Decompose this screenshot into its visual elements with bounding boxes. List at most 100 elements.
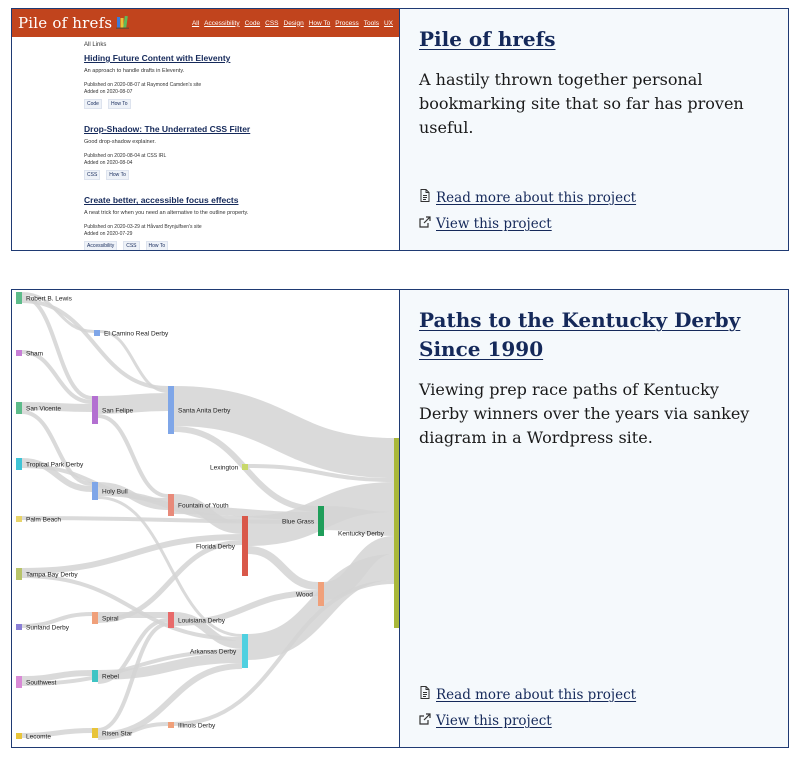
sankey-node-label: Florida Derby xyxy=(196,544,236,551)
sankey-node xyxy=(16,350,22,356)
thumbnail-entry-added: Added on 2020-08-04 xyxy=(84,160,133,166)
thumbnail-nav-item: All xyxy=(191,19,200,27)
thumbnail-tag: Code xyxy=(84,99,102,109)
external-link-icon xyxy=(419,216,436,232)
sankey-node-label: Tampa Bay Derby xyxy=(26,572,78,579)
document-icon xyxy=(419,189,436,206)
sankey-link xyxy=(247,546,319,590)
thumbnail-nav-item: CSS xyxy=(265,19,279,27)
thumbnail-nav-item: Accessibility xyxy=(204,19,240,27)
sankey-node-label: Santa Anita Derby xyxy=(178,408,231,415)
sankey-node xyxy=(92,482,98,500)
project-description: Viewing prep race paths of Kentucky Derb… xyxy=(419,380,750,447)
thumbnail-nav-item: Tools xyxy=(363,19,379,27)
sankey-node-label: San Vicente xyxy=(26,406,61,413)
sankey-node xyxy=(16,624,22,630)
sankey-node xyxy=(168,386,174,434)
sankey-node xyxy=(168,722,174,728)
thumbnail-entry-tags: Code How To xyxy=(84,99,399,109)
sankey-node xyxy=(318,582,324,606)
project-thumbnail[interactable]: Robert B. Lewis El Camino Real Derby Sham S… xyxy=(12,290,400,747)
thumbnail-entry-published: Published on 2020-08-04 at CSS IRL xyxy=(84,153,167,159)
sankey-node-label: Blue Grass xyxy=(282,519,315,526)
sankey-node-label: Tropical Park Derby xyxy=(26,462,84,469)
sankey-link xyxy=(97,540,243,623)
thumbnail-nav-item: UX xyxy=(383,19,393,27)
sankey-diagram: Robert B. Lewis El Camino Real Derby Sham S… xyxy=(16,292,399,741)
read-more-label: Read more about this project xyxy=(436,686,637,703)
project-card: Robert B. Lewis El Camino Real Derby Sham S… xyxy=(11,289,789,748)
sankey-link xyxy=(247,554,395,660)
sankey-node xyxy=(94,330,100,336)
view-project-label: View this project xyxy=(436,713,552,729)
thumbnail-page-heading: All Links xyxy=(84,42,107,48)
thumbnail-entry-meta: Published on 2020-03-29 at Håvard Brynju… xyxy=(84,224,399,238)
sankey-node-label: El Camino Real Derby xyxy=(104,331,169,338)
sankey-node xyxy=(242,634,248,668)
sankey-node-label: Southwest xyxy=(26,680,57,687)
thumbnail-nav-item: How To xyxy=(308,19,331,27)
sankey-node-label: Lexington xyxy=(210,465,239,472)
sankey-node xyxy=(168,494,174,516)
thumbnail-entry-meta: Published on 2020-08-07 at Raymond Camde… xyxy=(84,82,399,96)
project-title-link[interactable]: Pile of hrefs xyxy=(419,25,770,54)
sankey-node-label: Kentucky Derby xyxy=(338,531,385,538)
read-more-label: Read more about this project xyxy=(436,189,637,206)
sankey-node-label: Risen Star xyxy=(102,731,133,738)
sankey-node-label: Robert B. Lewis xyxy=(26,296,73,303)
thumbnail-nav-item: Process xyxy=(335,19,359,27)
thumbnail-entry: Create better, accessible focus effects … xyxy=(84,195,399,250)
project-title-link[interactable]: Paths to the Kentucky Derby Since 1990 xyxy=(419,306,770,364)
thumbnail-entry-tags: CSS How To xyxy=(84,170,399,180)
project-info: Paths to the Kentucky Derby Since 1990 V… xyxy=(400,290,788,747)
thumbnail-entry-added: Added on 2020-08-07 xyxy=(84,89,133,95)
external-link-icon xyxy=(419,713,436,729)
sankey-node-label: Illinois Derby xyxy=(178,723,216,730)
project-card: Pile of hrefs All Accessibility Code CSS… xyxy=(11,8,789,251)
project-description: A hastily thrown together personal bookm… xyxy=(419,70,744,137)
sankey-node-label: San Felipe xyxy=(102,408,133,415)
sankey-node xyxy=(16,733,22,739)
thumbnail-entry-description: Good drop-shadow explainer. xyxy=(84,139,156,145)
sankey-node xyxy=(16,292,22,304)
project-info: Pile of hrefs A hastily thrown together … xyxy=(400,9,788,250)
sankey-node xyxy=(92,670,98,682)
thumbnail-site-body: All Links Hiding Future Content with Ele… xyxy=(12,37,399,250)
project-links: Read more about this project View this p… xyxy=(419,676,636,729)
thumbnail-nav-item: Design xyxy=(283,19,304,27)
thumbnail-entry-published: Published on 2020-08-07 at Raymond Camde… xyxy=(84,82,202,88)
thumbnail-entry-added: Added on 2020-07-29 xyxy=(84,231,133,237)
project-thumbnail[interactable]: Pile of hrefs All Accessibility Code CSS… xyxy=(12,9,400,250)
thumbnail-tag: How To xyxy=(106,170,129,180)
sankey-node xyxy=(92,396,98,424)
thumbnail-entry-title: Create better, accessible focus effects xyxy=(84,195,239,205)
view-project-link[interactable]: View this project xyxy=(419,713,636,729)
sankey-node-label: Holy Bull xyxy=(102,489,128,496)
sankey-node xyxy=(242,516,248,576)
sankey-node xyxy=(92,612,98,624)
sankey-node-label: Louisiana Derby xyxy=(178,618,226,625)
read-more-link[interactable]: Read more about this project xyxy=(419,189,636,206)
books-icon xyxy=(116,14,130,33)
thumbnail-entry-description: A neat trick for when you need an altern… xyxy=(84,210,249,216)
thumbnail-entry-tags: Accessibility CSS How To xyxy=(84,241,399,250)
thumbnail-site-logo: Pile of hrefs xyxy=(18,14,113,32)
sankey-node xyxy=(16,402,22,414)
sankey-node xyxy=(16,568,22,580)
thumbnail-entry-title: Hiding Future Content with Eleventy xyxy=(84,53,231,63)
document-icon xyxy=(419,686,436,703)
sankey-node xyxy=(92,728,98,738)
sankey-node-label: Sham xyxy=(26,351,43,358)
view-project-link[interactable]: View this project xyxy=(419,216,636,232)
thumbnail-tag: Accessibility xyxy=(84,241,118,250)
thumbnail-entry: Hiding Future Content with Eleventy An a… xyxy=(84,53,399,109)
thumbnail-entry-title: Drop-Shadow: The Underrated CSS Filter xyxy=(84,124,251,134)
read-more-link[interactable]: Read more about this project xyxy=(419,686,636,703)
sankey-node xyxy=(168,612,174,628)
sankey-node xyxy=(318,506,324,536)
sankey-node xyxy=(16,458,22,470)
sankey-node xyxy=(242,464,248,470)
sankey-node-label: Fountain of Youth xyxy=(178,503,229,510)
thumbnail-entry-published: Published on 2020-03-29 at Håvard Brynju… xyxy=(84,224,202,230)
thumbnail-nav: All Accessibility Code CSS Design How To… xyxy=(192,20,393,27)
